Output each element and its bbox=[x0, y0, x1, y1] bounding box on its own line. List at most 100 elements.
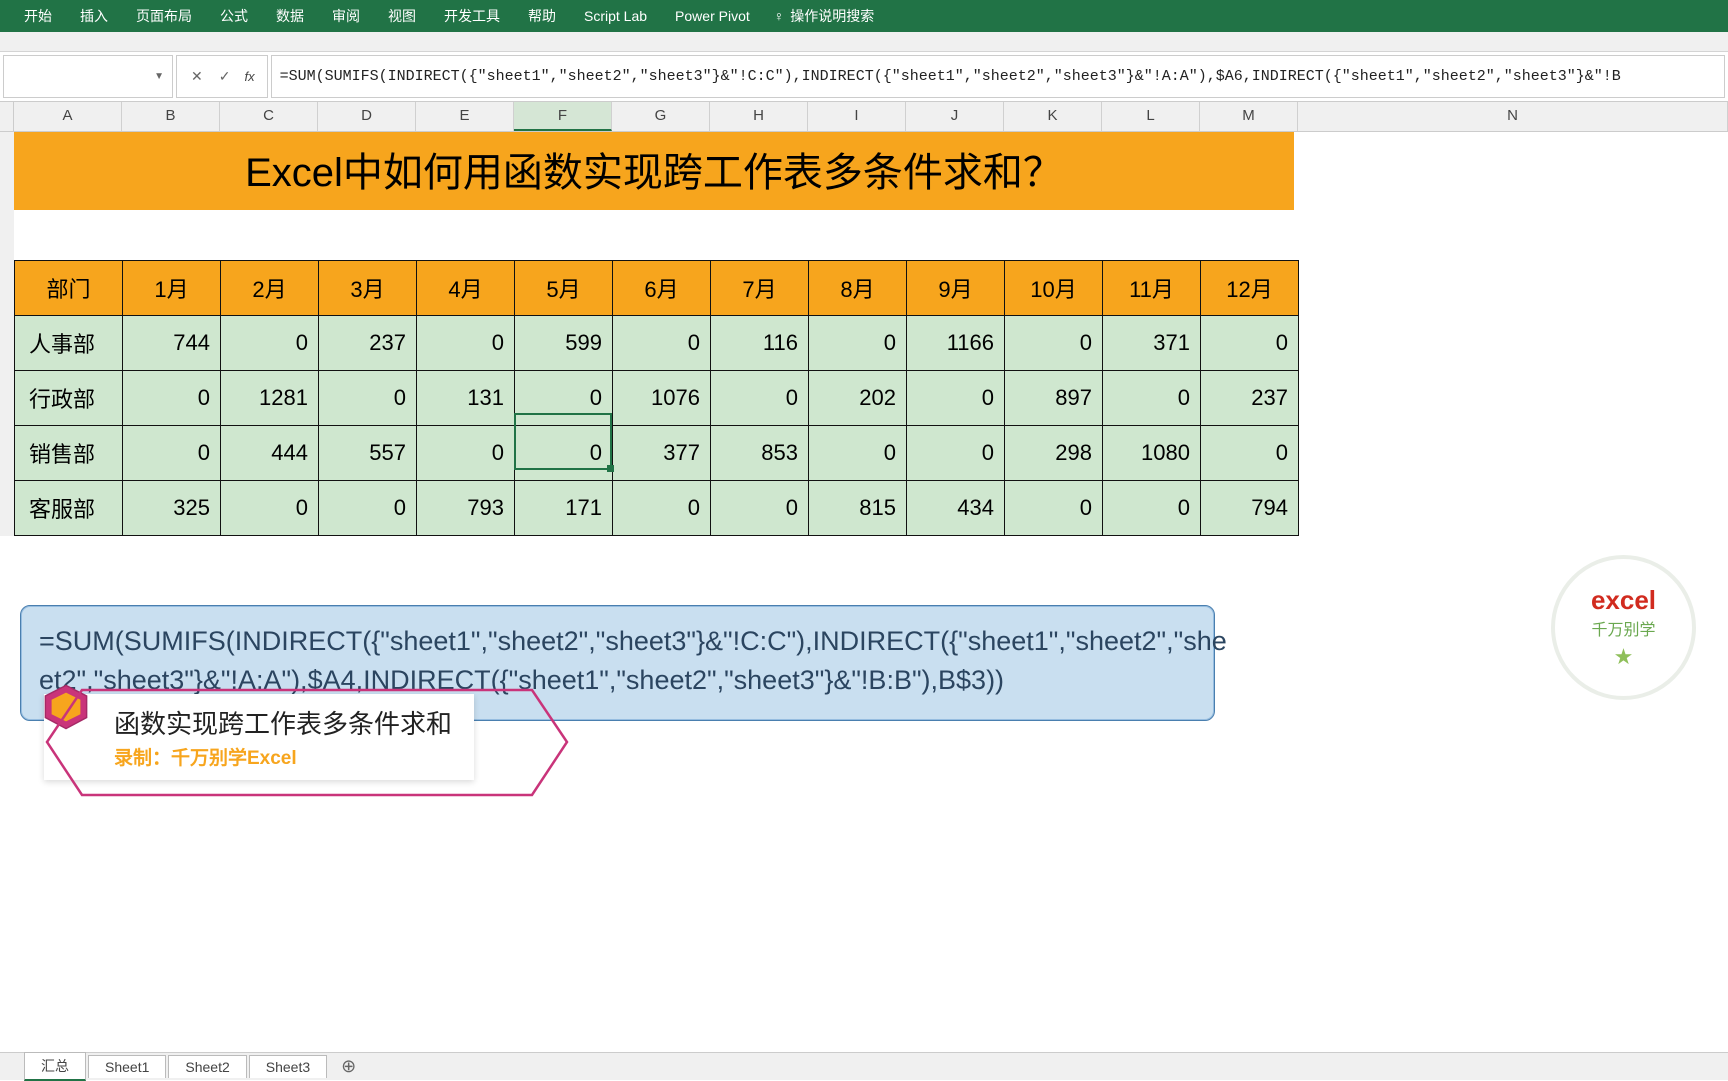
name-box[interactable]: ▼ bbox=[3, 55, 173, 98]
header-month[interactable]: 7月 bbox=[711, 261, 809, 316]
fx-icon[interactable]: fx bbox=[238, 69, 260, 84]
col-header[interactable]: D bbox=[318, 102, 416, 131]
header-month[interactable]: 12月 bbox=[1201, 261, 1299, 316]
value-cell[interactable]: 237 bbox=[1201, 371, 1299, 426]
ribbon-tab[interactable]: 插入 bbox=[66, 0, 122, 32]
col-header[interactable]: E bbox=[416, 102, 514, 131]
ribbon-tab[interactable]: 视图 bbox=[374, 0, 430, 32]
value-cell[interactable]: 0 bbox=[1103, 371, 1201, 426]
ribbon-tab[interactable]: 开始 bbox=[10, 0, 66, 32]
value-cell[interactable]: 0 bbox=[221, 316, 319, 371]
value-cell[interactable]: 0 bbox=[1201, 316, 1299, 371]
header-month[interactable]: 6月 bbox=[613, 261, 711, 316]
value-cell[interactable]: 0 bbox=[1005, 316, 1103, 371]
value-cell[interactable]: 0 bbox=[711, 371, 809, 426]
value-cell[interactable]: 0 bbox=[809, 316, 907, 371]
value-cell[interactable]: 0 bbox=[809, 426, 907, 481]
formula-input[interactable]: =SUM(SUMIFS(INDIRECT({"sheet1","sheet2",… bbox=[271, 55, 1725, 98]
col-header[interactable]: H bbox=[710, 102, 808, 131]
header-month[interactable]: 8月 bbox=[809, 261, 907, 316]
col-header[interactable]: C bbox=[220, 102, 318, 131]
chevron-down-icon[interactable]: ▼ bbox=[154, 71, 164, 82]
ribbon-tab[interactable]: 数据 bbox=[262, 0, 318, 32]
value-cell[interactable]: 853 bbox=[711, 426, 809, 481]
col-header-selected[interactable]: F bbox=[514, 102, 612, 131]
ribbon-tab[interactable]: 公式 bbox=[206, 0, 262, 32]
value-cell[interactable]: 1076 bbox=[613, 371, 711, 426]
value-cell[interactable]: 599 bbox=[515, 316, 613, 371]
value-cell[interactable]: 897 bbox=[1005, 371, 1103, 426]
value-cell[interactable]: 0 bbox=[417, 426, 515, 481]
header-month[interactable]: 3月 bbox=[319, 261, 417, 316]
header-month[interactable]: 1月 bbox=[123, 261, 221, 316]
value-cell[interactable]: 0 bbox=[907, 371, 1005, 426]
value-cell[interactable]: 0 bbox=[613, 316, 711, 371]
ribbon-tab[interactable]: 页面布局 bbox=[122, 0, 206, 32]
col-header[interactable]: K bbox=[1004, 102, 1102, 131]
value-cell[interactable]: 0 bbox=[417, 316, 515, 371]
value-cell[interactable]: 557 bbox=[319, 426, 417, 481]
col-header[interactable]: A bbox=[14, 102, 122, 131]
header-month[interactable]: 5月 bbox=[515, 261, 613, 316]
value-cell[interactable]: 0 bbox=[123, 426, 221, 481]
header-month[interactable]: 9月 bbox=[907, 261, 1005, 316]
value-cell[interactable]: 0 bbox=[123, 371, 221, 426]
dept-cell[interactable]: 人事部 bbox=[15, 316, 123, 371]
col-header[interactable]: B bbox=[122, 102, 220, 131]
header-month[interactable]: 2月 bbox=[221, 261, 319, 316]
col-header[interactable]: G bbox=[612, 102, 710, 131]
value-cell[interactable]: 794 bbox=[1201, 481, 1299, 536]
value-cell[interactable]: 371 bbox=[1103, 316, 1201, 371]
header-dept[interactable]: 部门 bbox=[15, 261, 123, 316]
ribbon-tab[interactable]: 开发工具 bbox=[430, 0, 514, 32]
value-cell[interactable]: 202 bbox=[809, 371, 907, 426]
value-cell[interactable]: 0 bbox=[1201, 426, 1299, 481]
value-cell[interactable]: 0 bbox=[515, 426, 613, 481]
value-cell[interactable]: 131 bbox=[417, 371, 515, 426]
value-cell[interactable]: 0 bbox=[1005, 481, 1103, 536]
value-cell[interactable]: 298 bbox=[1005, 426, 1103, 481]
cancel-icon[interactable]: ✕ bbox=[183, 68, 211, 85]
ribbon-tab[interactable]: Power Pivot bbox=[661, 2, 764, 30]
value-cell[interactable]: 116 bbox=[711, 316, 809, 371]
value-cell[interactable]: 171 bbox=[515, 481, 613, 536]
value-cell[interactable]: 377 bbox=[613, 426, 711, 481]
col-header[interactable]: J bbox=[906, 102, 1004, 131]
value-cell[interactable]: 434 bbox=[907, 481, 1005, 536]
header-month[interactable]: 4月 bbox=[417, 261, 515, 316]
col-header[interactable]: N bbox=[1298, 102, 1728, 131]
value-cell[interactable]: 0 bbox=[319, 481, 417, 536]
ribbon-tab[interactable]: 帮助 bbox=[514, 0, 570, 32]
header-month[interactable]: 11月 bbox=[1103, 261, 1201, 316]
ribbon-tab[interactable]: Script Lab bbox=[570, 2, 661, 30]
col-header[interactable]: M bbox=[1200, 102, 1298, 131]
value-cell[interactable]: 0 bbox=[515, 371, 613, 426]
sheet-tab[interactable]: Sheet2 bbox=[168, 1055, 246, 1078]
value-cell[interactable]: 1166 bbox=[907, 316, 1005, 371]
value-cell[interactable]: 744 bbox=[123, 316, 221, 371]
value-cell[interactable]: 0 bbox=[613, 481, 711, 536]
ribbon-tab[interactable]: 审阅 bbox=[318, 0, 374, 32]
value-cell[interactable]: 793 bbox=[417, 481, 515, 536]
value-cell[interactable]: 444 bbox=[221, 426, 319, 481]
value-cell[interactable]: 0 bbox=[907, 426, 1005, 481]
tell-me-search[interactable]: ♀ 操作说明搜索 bbox=[764, 6, 885, 26]
value-cell[interactable]: 325 bbox=[123, 481, 221, 536]
col-header[interactable]: L bbox=[1102, 102, 1200, 131]
add-sheet-icon[interactable]: ⊕ bbox=[329, 1056, 368, 1077]
value-cell[interactable]: 815 bbox=[809, 481, 907, 536]
value-cell[interactable]: 0 bbox=[711, 481, 809, 536]
dept-cell[interactable]: 行政部 bbox=[15, 371, 123, 426]
header-month[interactable]: 10月 bbox=[1005, 261, 1103, 316]
value-cell[interactable]: 0 bbox=[1103, 481, 1201, 536]
value-cell[interactable]: 1080 bbox=[1103, 426, 1201, 481]
value-cell[interactable]: 1281 bbox=[221, 371, 319, 426]
dept-cell[interactable]: 销售部 bbox=[15, 426, 123, 481]
select-all-corner[interactable] bbox=[0, 102, 14, 131]
dept-cell[interactable]: 客服部 bbox=[15, 481, 123, 536]
accept-icon[interactable]: ✓ bbox=[211, 68, 239, 85]
value-cell[interactable]: 0 bbox=[319, 371, 417, 426]
value-cell[interactable]: 0 bbox=[221, 481, 319, 536]
sheet-tab[interactable]: Sheet3 bbox=[249, 1055, 327, 1078]
col-header[interactable]: I bbox=[808, 102, 906, 131]
